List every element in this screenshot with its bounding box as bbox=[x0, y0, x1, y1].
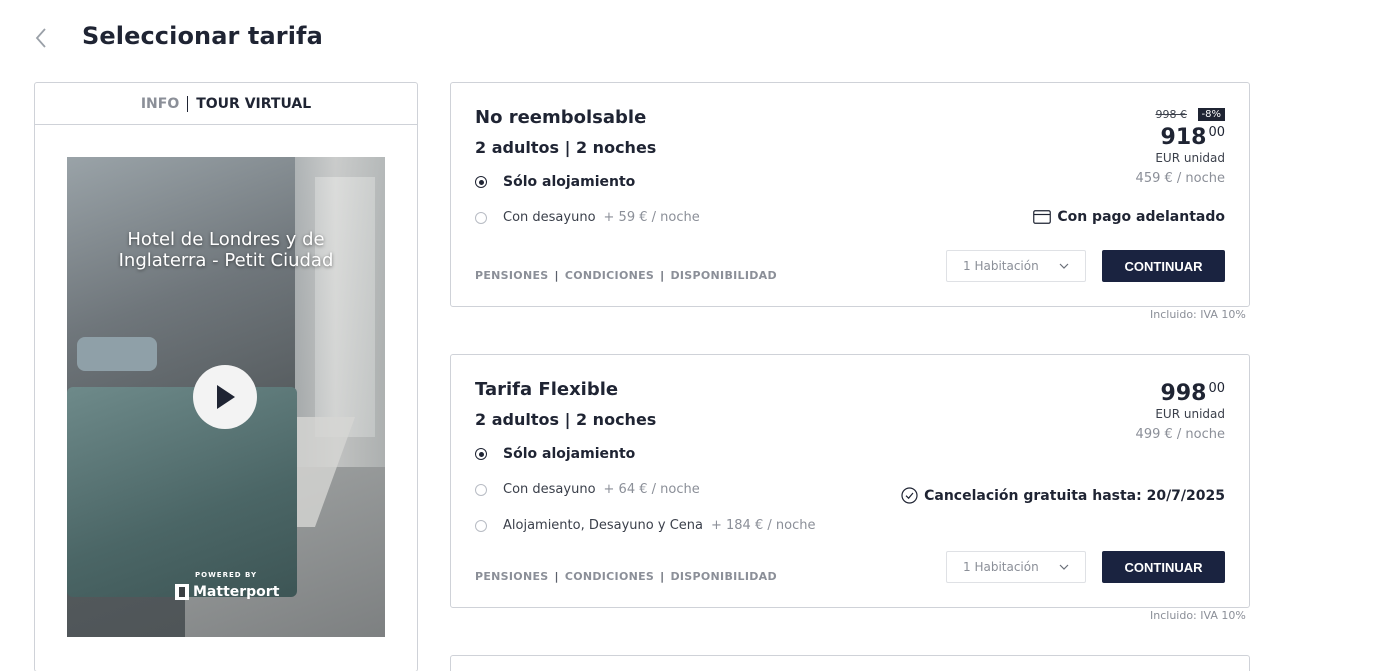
credit-card-icon bbox=[1033, 210, 1052, 224]
radio-button[interactable] bbox=[475, 176, 487, 188]
link-condiciones[interactable]: CONDICIONES bbox=[565, 269, 654, 282]
matterport-icon bbox=[175, 584, 189, 600]
rooms-select[interactable]: 1 Habitación bbox=[946, 551, 1086, 583]
link-disponibilidad[interactable]: DISPONIBILIDAD bbox=[670, 570, 776, 583]
board-option-solo-alojamiento[interactable]: Sólo alojamiento bbox=[475, 174, 635, 190]
rate-name: No reembolsable bbox=[475, 107, 647, 128]
chevron-down-icon bbox=[1059, 564, 1069, 570]
tax-note: Incluido: IVA 10% bbox=[1150, 308, 1246, 321]
virtual-tour-preview[interactable]: Hotel de Londres y de Inglaterra - Petit… bbox=[67, 157, 385, 637]
price-per-night: 459 € / noche bbox=[1135, 171, 1225, 186]
cancellation-policy: Cancelación gratuita hasta: 20/7/2025 bbox=[901, 487, 1225, 504]
price-unit: EUR unidad bbox=[1155, 151, 1225, 165]
rate-occupancy: 2 adultos | 2 noches bbox=[475, 410, 657, 429]
rooms-select[interactable]: 1 Habitación bbox=[946, 250, 1086, 282]
rate-links: PENSIONES | CONDICIONES | DISPONIBILIDAD bbox=[475, 269, 777, 282]
rate-occupancy: 2 adultos | 2 noches bbox=[475, 138, 657, 157]
payment-policy: Con pago adelantado bbox=[1033, 209, 1225, 225]
rate-price: 918 00 bbox=[1160, 125, 1225, 150]
rate-card-tarifa-flexible: Tarifa Flexible 2 adultos | 2 noches Sól… bbox=[450, 354, 1250, 608]
link-disponibilidad[interactable]: DISPONIBILIDAD bbox=[670, 269, 776, 282]
check-circle-icon bbox=[901, 487, 918, 504]
link-condiciones[interactable]: CONDICIONES bbox=[565, 570, 654, 583]
continue-button[interactable]: CONTINUAR bbox=[1102, 250, 1225, 282]
board-option-media-pension[interactable]: Alojamiento, Desayuno y Cena + 184 € / n… bbox=[475, 518, 815, 533]
tax-note: Incluido: IVA 10% bbox=[1150, 609, 1246, 622]
tab-info[interactable]: INFO bbox=[133, 96, 187, 112]
discount-badge: -8% bbox=[1197, 108, 1225, 121]
back-button[interactable] bbox=[30, 24, 54, 52]
continue-button[interactable]: CONTINUAR bbox=[1102, 551, 1225, 583]
radio-button[interactable] bbox=[475, 483, 487, 496]
matterport-logo: Matterport bbox=[175, 584, 279, 600]
radio-button[interactable] bbox=[475, 519, 487, 532]
hotel-info-panel: INFO TOUR VIRTUAL Hotel de Londres y de … bbox=[34, 82, 418, 671]
radio-button[interactable] bbox=[475, 448, 487, 460]
page-title: Seleccionar tarifa bbox=[82, 22, 323, 50]
rate-card-no-reembolsable: No reembolsable 2 adultos | 2 noches Sól… bbox=[450, 82, 1250, 307]
play-button[interactable] bbox=[193, 365, 257, 429]
rate-price: 998 00 bbox=[1160, 381, 1225, 406]
chevron-down-icon bbox=[1059, 263, 1069, 269]
play-icon bbox=[217, 385, 235, 409]
rate-links: PENSIONES | CONDICIONES | DISPONIBILIDAD bbox=[475, 570, 777, 583]
chevron-left-icon bbox=[35, 28, 46, 48]
price-unit: EUR unidad bbox=[1155, 407, 1225, 421]
board-option-con-desayuno[interactable]: Con desayuno + 59 € / noche bbox=[475, 210, 700, 225]
panel-tabs: INFO TOUR VIRTUAL bbox=[35, 83, 417, 125]
tour-title: Hotel de Londres y de Inglaterra - Petit… bbox=[118, 229, 334, 271]
tab-tour-virtual[interactable]: TOUR VIRTUAL bbox=[187, 95, 319, 112]
rate-name: Tarifa Flexible bbox=[475, 379, 619, 400]
board-option-solo-alojamiento[interactable]: Sólo alojamiento bbox=[475, 446, 635, 462]
radio-button[interactable] bbox=[475, 211, 487, 224]
price-per-night: 499 € / noche bbox=[1135, 427, 1225, 442]
rate-card-next bbox=[450, 655, 1250, 671]
board-option-con-desayuno[interactable]: Con desayuno + 64 € / noche bbox=[475, 482, 700, 497]
original-price: 998 € bbox=[1155, 108, 1188, 121]
powered-by-label: POWERED BY bbox=[194, 571, 258, 579]
link-pensiones[interactable]: PENSIONES bbox=[475, 269, 549, 282]
link-pensiones[interactable]: PENSIONES bbox=[475, 570, 549, 583]
